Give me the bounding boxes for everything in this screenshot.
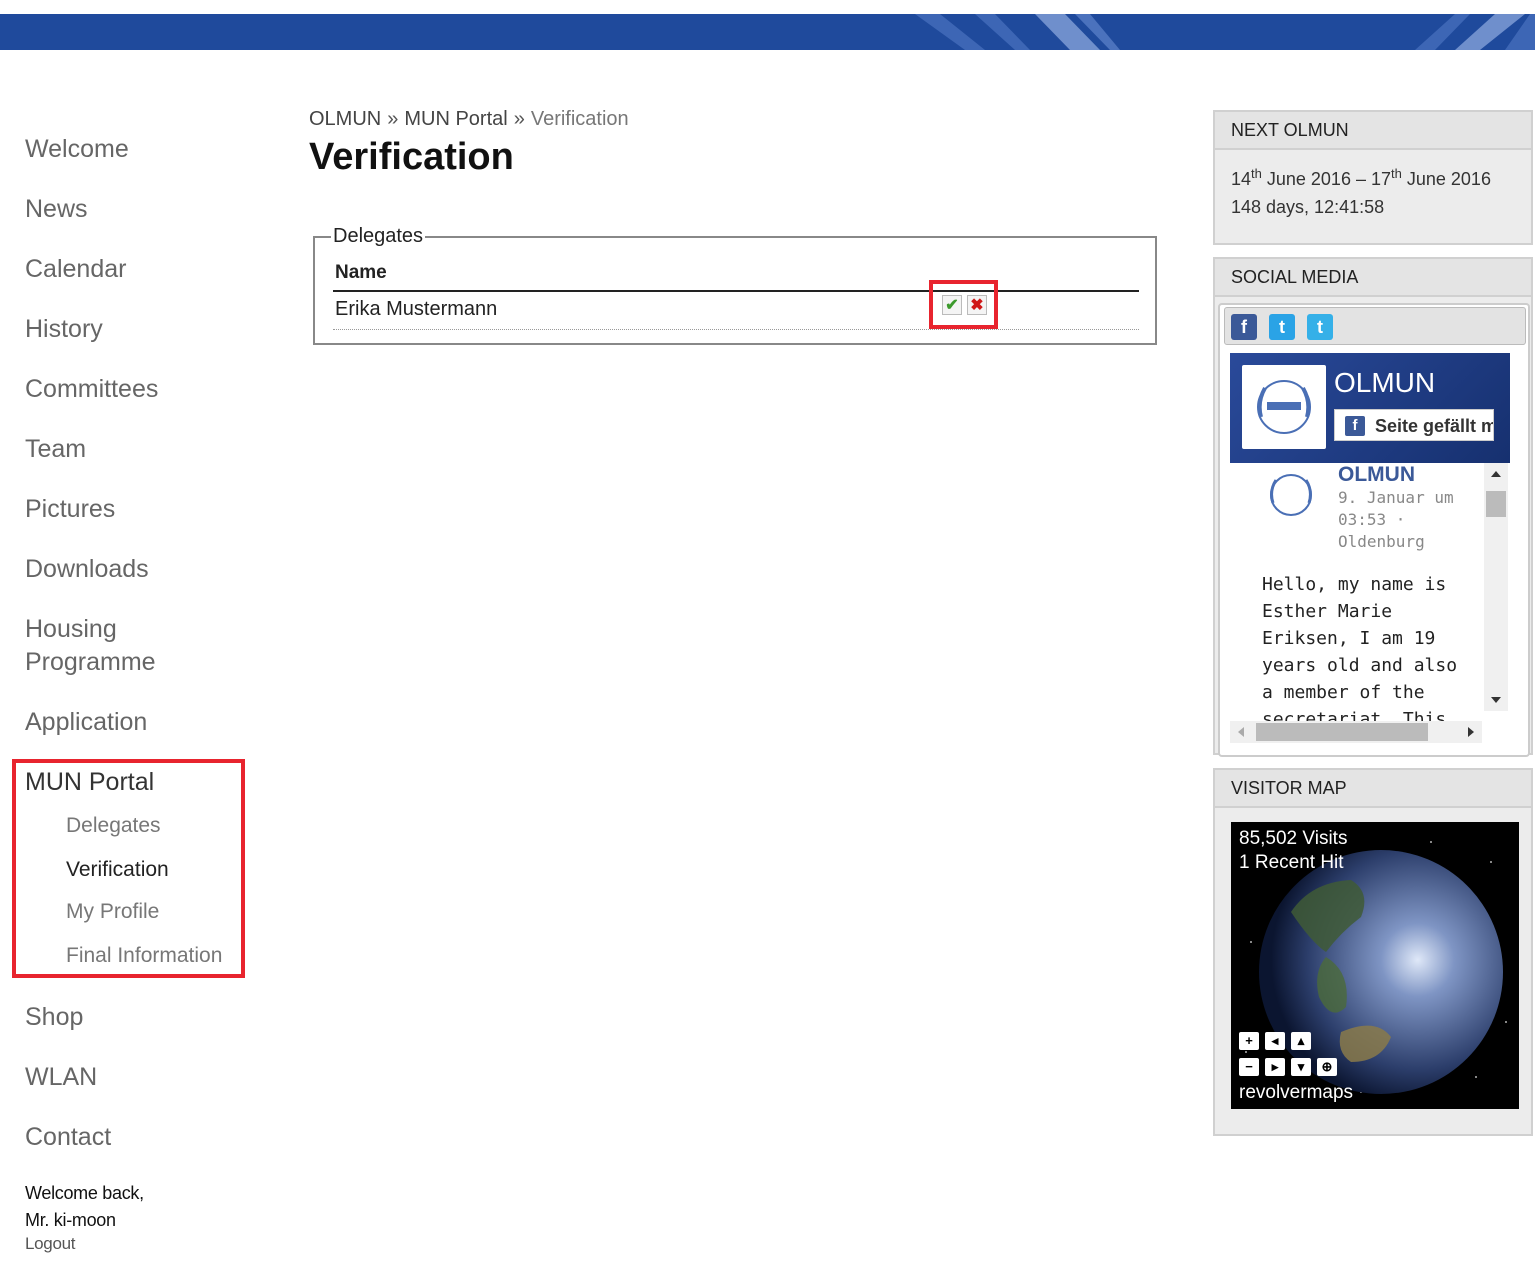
social-media-title: SOCIAL MEDIA: [1215, 259, 1531, 297]
event-date-range: 14th June 2016 – 17th June 2016: [1231, 160, 1515, 193]
nav-wlan[interactable]: WLAN: [25, 1061, 97, 1094]
scroll-thumb[interactable]: [1486, 491, 1506, 517]
nav-downloads[interactable]: Downloads: [25, 553, 149, 586]
nav-calendar[interactable]: Calendar: [25, 253, 126, 286]
post-vertical-scrollbar[interactable]: [1484, 463, 1508, 711]
actions-highlight-box: [929, 280, 998, 329]
nav-history[interactable]: History: [25, 313, 103, 346]
row-divider: [333, 329, 1139, 330]
laurel-decoration: [895, 14, 1535, 50]
rotate-left-icon[interactable]: ◂: [1265, 1032, 1285, 1050]
breadcrumb-separator: »: [381, 108, 404, 130]
welcome-line1: Welcome back,: [25, 1180, 144, 1207]
next-olmun-dates: 14th June 2016 – 17th June 2016 148 days…: [1215, 150, 1531, 231]
rotate-right-icon[interactable]: ▸: [1265, 1058, 1285, 1076]
nav-contact[interactable]: Contact: [25, 1121, 111, 1154]
social-tabs: f t t: [1224, 307, 1526, 345]
reset-view-icon[interactable]: ⊕: [1317, 1058, 1337, 1076]
nav-team[interactable]: Team: [25, 433, 86, 466]
breadcrumb-root[interactable]: OLMUN: [309, 108, 381, 130]
countdown: 148 days, 12:41:58: [1231, 193, 1515, 221]
twitter-tab-icon[interactable]: t: [1269, 314, 1295, 340]
post-text: Hello, my name is Esther Marie Eriksen, …: [1262, 571, 1462, 721]
next-olmun-title: NEXT OLMUN: [1215, 112, 1531, 150]
facebook-page-name[interactable]: OLMUN: [1334, 367, 1435, 399]
post-meta: 9. Januar um 03:53 · Oldenburg: [1338, 487, 1458, 553]
nav-application[interactable]: Application: [25, 706, 147, 739]
post-horizontal-scrollbar[interactable]: [1230, 721, 1482, 743]
scroll-up-icon[interactable]: [1491, 471, 1501, 477]
social-media-widget: SOCIAL MEDIA f t t OLMUN fSeite gefällt …: [1213, 257, 1533, 755]
scroll-right-icon[interactable]: [1468, 727, 1474, 737]
zoom-out-icon[interactable]: −: [1239, 1058, 1259, 1076]
nav-welcome[interactable]: Welcome: [25, 133, 129, 166]
zoom-in-icon[interactable]: +: [1239, 1032, 1259, 1050]
revolvermaps-brand[interactable]: revolvermaps: [1239, 1082, 1353, 1104]
nav-news[interactable]: News: [25, 193, 88, 226]
column-header-name: Name: [335, 262, 387, 284]
nav-shop[interactable]: Shop: [25, 1001, 83, 1034]
nav-housing-line1: Housing: [25, 613, 156, 646]
nav-housing-programme[interactable]: Housing Programme: [25, 613, 156, 679]
facebook-like-button[interactable]: fSeite gefällt mir: [1334, 409, 1494, 441]
rotate-up-icon[interactable]: ▴: [1291, 1032, 1311, 1050]
post-avatar: [1260, 467, 1322, 523]
facebook-tab-icon[interactable]: f: [1231, 314, 1257, 340]
delegate-name: Erika Mustermann: [335, 298, 497, 321]
hscroll-thumb[interactable]: [1256, 723, 1428, 741]
portal-highlight-box: [12, 759, 245, 978]
header-banner: [0, 14, 1535, 50]
page-title: Verification: [309, 136, 514, 179]
breadcrumb-separator: »: [508, 108, 531, 130]
recent-hits: 1 Recent Hit: [1239, 852, 1344, 874]
header-divider: [333, 290, 1139, 292]
visitor-map-title: VISITOR MAP: [1215, 770, 1531, 808]
scroll-left-icon[interactable]: [1238, 727, 1244, 737]
nav-pictures[interactable]: Pictures: [25, 493, 115, 526]
visitor-globe[interactable]: 85,502 Visits 1 Recent Hit + ◂ ▴ − ▸ ▾ ⊕…: [1231, 822, 1519, 1109]
rotate-down-icon[interactable]: ▾: [1291, 1058, 1311, 1076]
facebook-page-header: OLMUN fSeite gefällt mir: [1230, 353, 1510, 463]
breadcrumb-parent[interactable]: MUN Portal: [404, 108, 507, 130]
twitter-alt-tab-icon[interactable]: t: [1307, 314, 1333, 340]
visit-count: 85,502 Visits: [1239, 828, 1347, 850]
facebook-post: OLMUN 9. Januar um 03:53 · Oldenburg Hel…: [1230, 463, 1472, 721]
logout-link[interactable]: Logout: [25, 1234, 75, 1254]
scroll-down-icon[interactable]: [1491, 697, 1501, 703]
nav-committees[interactable]: Committees: [25, 373, 158, 406]
delegates-legend: Delegates: [331, 225, 425, 248]
nav-housing-line2: Programme: [25, 646, 156, 679]
welcome-username: Mr. ki-moon: [25, 1207, 144, 1234]
breadcrumb-current: Verification: [531, 108, 629, 130]
facebook-icon: f: [1345, 416, 1365, 436]
next-olmun-widget: NEXT OLMUN 14th June 2016 – 17th June 20…: [1213, 110, 1533, 245]
delegates-fieldset: Delegates Name Erika Mustermann: [313, 236, 1157, 345]
breadcrumb: OLMUN»MUN Portal»Verification: [309, 108, 629, 131]
welcome-message: Welcome back, Mr. ki-moon: [25, 1180, 144, 1234]
post-author[interactable]: OLMUN: [1338, 463, 1415, 487]
olmun-logo: [1242, 365, 1326, 449]
social-frame: f t t OLMUN fSeite gefällt mir OLMUN 9. …: [1218, 303, 1530, 757]
visitor-map-widget: VISITOR MAP 85,502 Visits 1 Recent Hit +…: [1213, 768, 1533, 1136]
